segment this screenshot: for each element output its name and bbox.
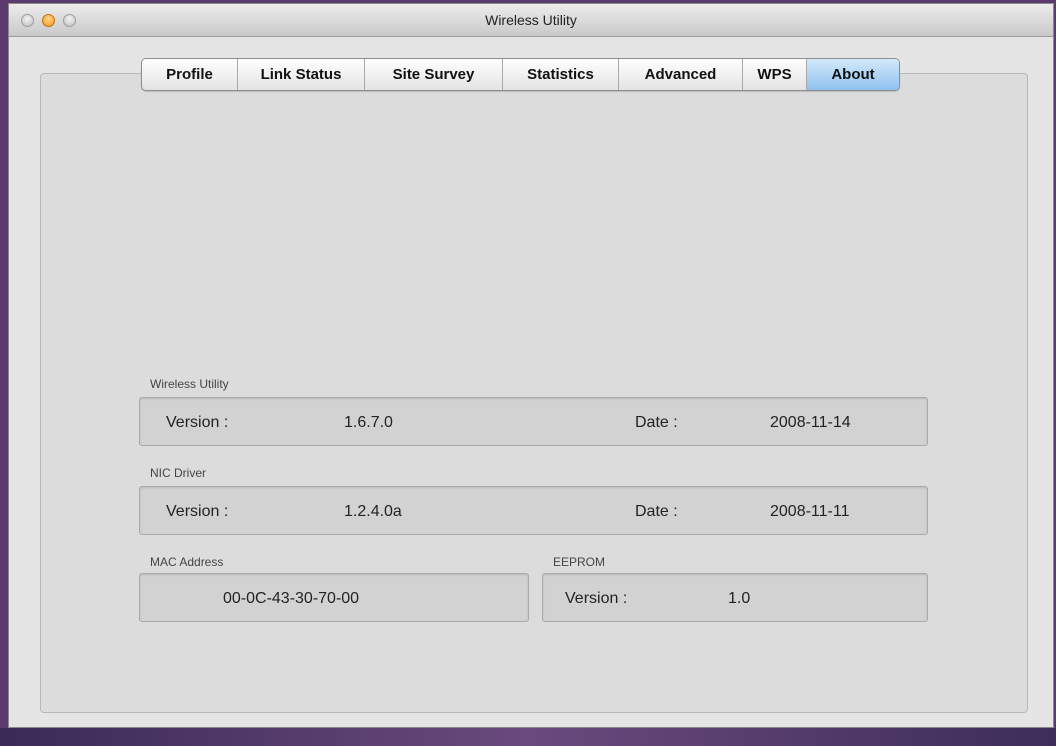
utility-date-value: 2008-11-14 <box>770 414 851 431</box>
eeprom-box: Version : 1.0 <box>542 573 928 622</box>
mac-address-value: 00-0C-43-30-70-00 <box>223 590 360 607</box>
tab-site-survey[interactable]: Site Survey <box>365 59 503 90</box>
driver-date-value: 2008-11-11 <box>770 503 850 520</box>
app-window: Wireless Utility Profile Link Status Sit… <box>8 3 1054 728</box>
tab-about[interactable]: About <box>807 59 899 90</box>
utility-version-label: Version : <box>166 414 229 431</box>
driver-date-label: Date : <box>635 503 678 520</box>
nic-driver-box: Version : 1.2.4.0a Date : 2008-11-11 <box>139 486 928 535</box>
tab-advanced[interactable]: Advanced <box>619 59 743 90</box>
desktop-background <box>0 728 1056 746</box>
mac-address-box: 00-0C-43-30-70-00 <box>139 573 529 622</box>
mac-address-label: MAC Address <box>150 555 224 569</box>
tab-profile[interactable]: Profile <box>142 59 238 90</box>
wireless-utility-label: Wireless Utility <box>150 377 229 391</box>
window-title: Wireless Utility <box>485 12 577 28</box>
driver-version-label: Version : <box>166 503 229 520</box>
tab-link-status[interactable]: Link Status <box>238 59 365 90</box>
title-bar[interactable]: Wireless Utility <box>9 4 1053 37</box>
tab-wps[interactable]: WPS <box>743 59 807 90</box>
utility-version-value: 1.6.7.0 <box>344 414 393 431</box>
eeprom-version-value: 1.0 <box>728 590 751 607</box>
eeprom-label: EEPROM <box>553 555 606 569</box>
eeprom-version-label: Version : <box>565 590 628 607</box>
nic-driver-label: NIC Driver <box>150 466 206 480</box>
wireless-utility-box: Version : 1.6.7.0 Date : 2008-11-14 <box>139 397 928 446</box>
tab-bar: Profile Link Status Site Survey Statisti… <box>141 58 900 91</box>
driver-version-value: 1.2.4.0a <box>344 503 402 520</box>
tab-statistics[interactable]: Statistics <box>503 59 619 90</box>
utility-date-label: Date : <box>635 414 678 431</box>
